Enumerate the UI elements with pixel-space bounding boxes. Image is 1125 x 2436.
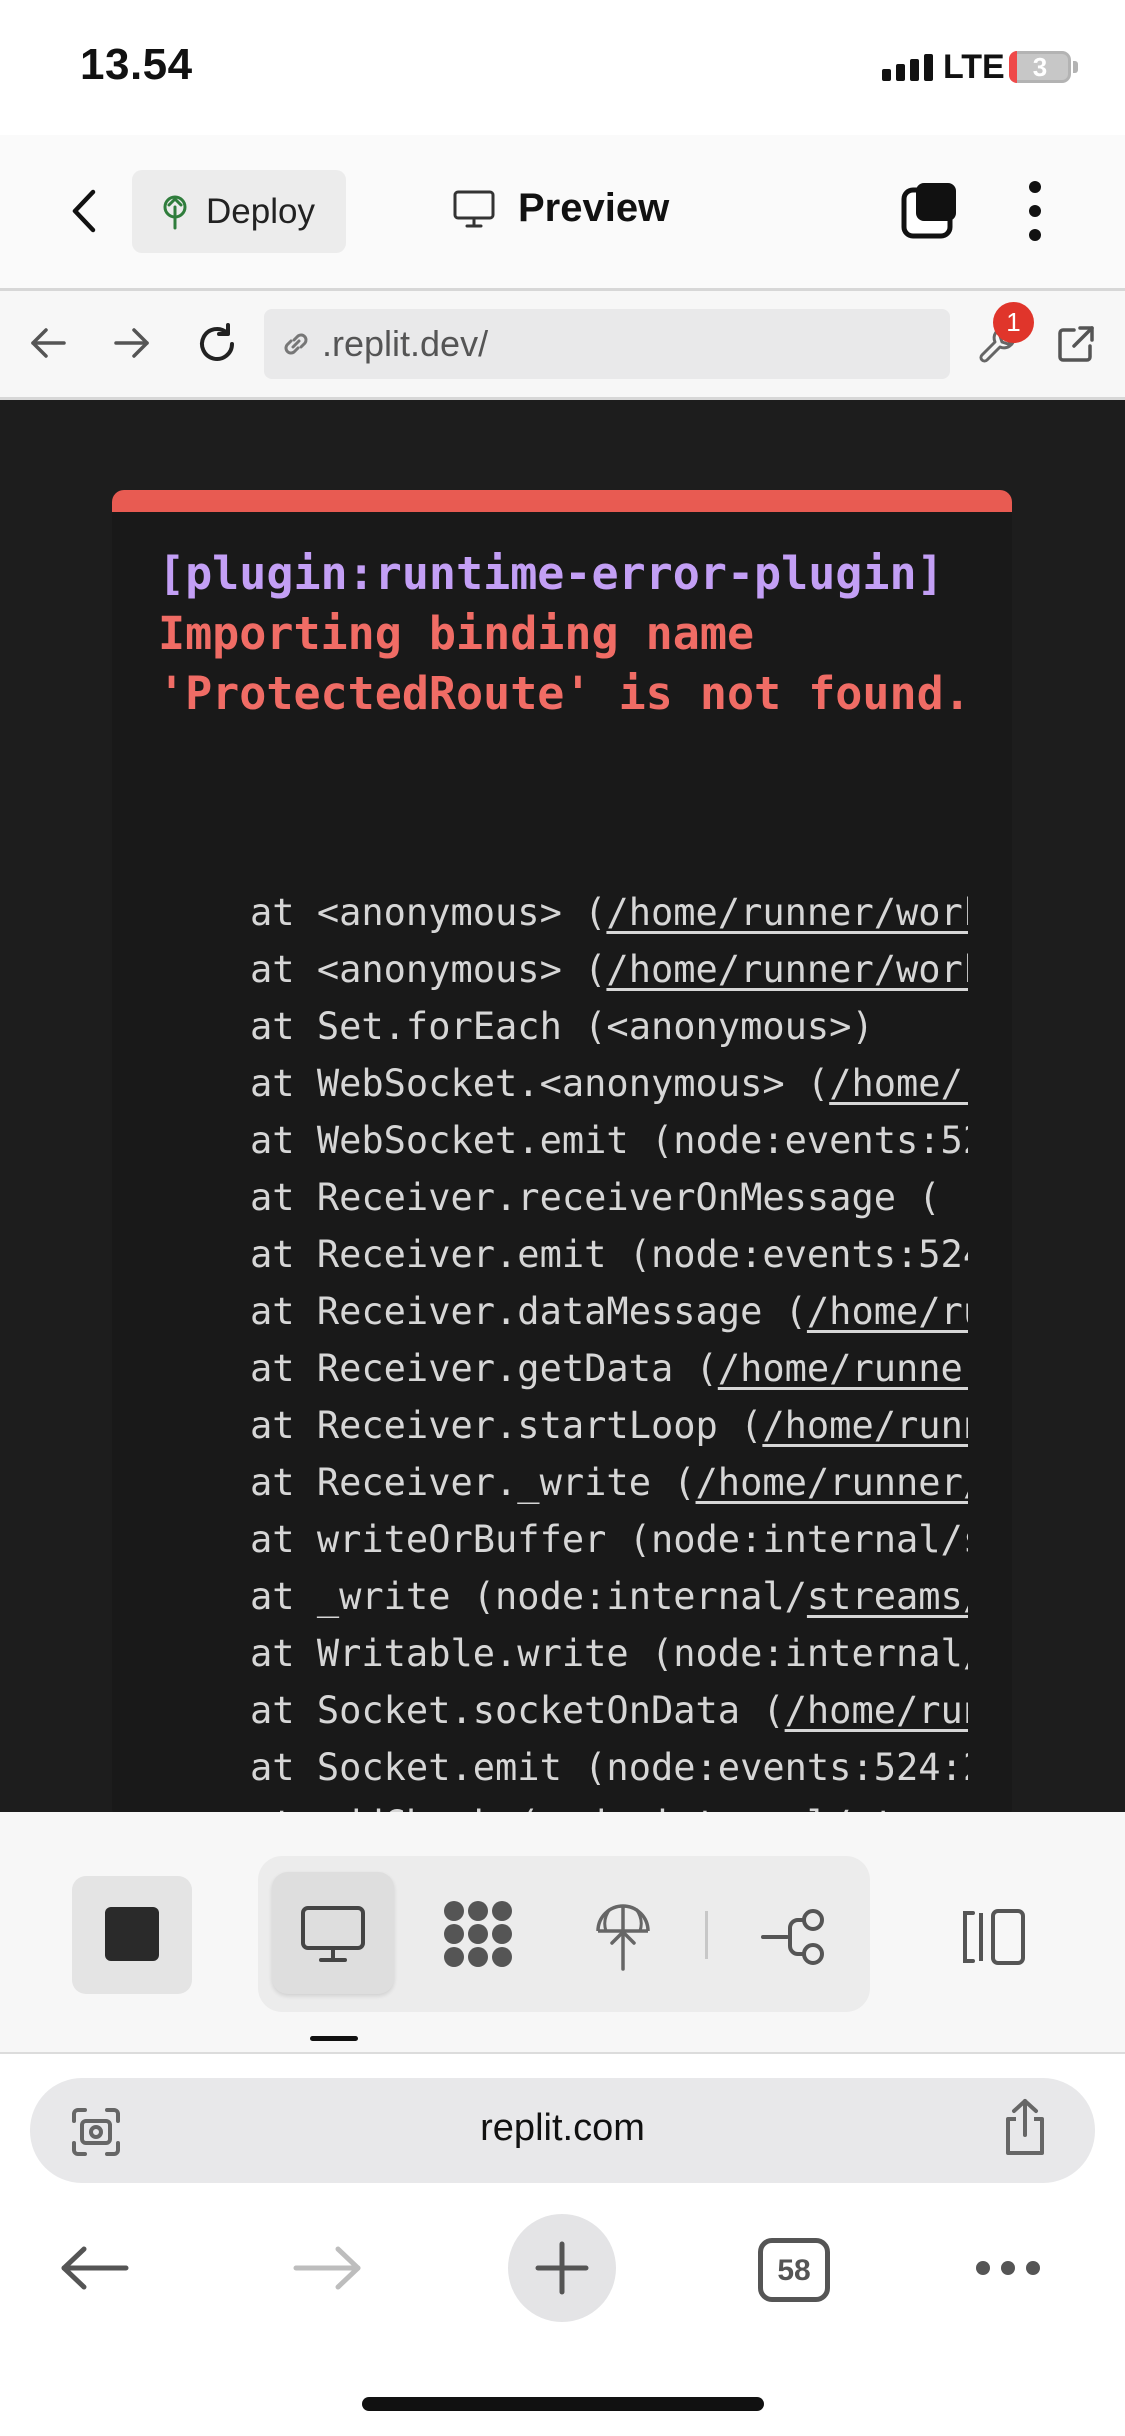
stack-line: at Receiver.emit (node:events:524:28)	[250, 1226, 968, 1283]
stack-line: at <anonymous> (/home/runner/workspace/c…	[250, 941, 968, 998]
stack-line: at Receiver.dataMessage (/home/runner/wo…	[250, 1283, 968, 1340]
status-time: 13.54	[80, 40, 193, 89]
home-indicator	[362, 2397, 764, 2411]
more-vertical-icon[interactable]	[1022, 178, 1048, 244]
stack-line: at Receiver._write (/home/runner/workspa…	[250, 1454, 968, 1511]
stack-line-link[interactable]: /home/runner/workspace/client/src/App.ts…	[606, 891, 968, 934]
stack-line-link[interactable]: /home/runner/workspace/node_modules	[829, 1062, 968, 1105]
error-message: [plugin:runtime-error-plugin] Importing …	[158, 544, 978, 724]
share-icon[interactable]	[998, 2096, 1052, 2160]
deploy-button[interactable]: Deploy	[132, 170, 346, 253]
stack-line-text: at WebSocket.emit (node:events:524:28)	[250, 1119, 968, 1162]
preview-label: Preview	[518, 186, 670, 230]
back-arrow-icon[interactable]	[26, 323, 70, 363]
safari-forward-icon[interactable]	[290, 2242, 366, 2294]
error-plugin: [plugin:runtime-error-plugin]	[158, 547, 944, 600]
stack-line: at WebSocket.emit (node:events:524:28)	[250, 1112, 968, 1169]
error-accent-bar	[112, 490, 1012, 512]
url-text: .replit.dev/	[322, 323, 489, 364]
stack-line-text: at Writable.write (node:internal/streams	[250, 1632, 968, 1675]
git-branch-icon[interactable]	[758, 1906, 830, 1968]
forward-arrow-icon[interactable]	[110, 323, 154, 363]
deploy-tab-icon[interactable]	[588, 1898, 658, 1972]
stack-line-link[interactable]: /home/runner/workspace/client/src/main.t…	[606, 948, 968, 991]
network-type: LTE	[943, 48, 1005, 86]
deploy-icon	[163, 195, 187, 229]
tab-count-button[interactable]: 58	[758, 2238, 830, 2302]
tabs-stack-icon[interactable]	[898, 178, 962, 242]
stack-line-link[interactable]: /home/runner/workspace	[718, 1347, 968, 1390]
battery-icon: 3	[1009, 51, 1071, 83]
safari-back-icon[interactable]	[56, 2242, 132, 2294]
stack-line-text: at Socket.emit (node:events:524:28)	[250, 1746, 968, 1789]
deploy-label: Deploy	[206, 191, 315, 231]
stack-line: at _write (node:internal/streams/writabl…	[250, 1568, 968, 1625]
tool-divider	[705, 1911, 708, 1959]
stack-line-text: at Socket.socketOnData (	[250, 1689, 785, 1732]
url-input[interactable]: .replit.dev/	[264, 309, 950, 379]
stack-line-link[interactable]: /home/runner/workspace	[785, 1689, 968, 1732]
preview-title: Preview	[452, 186, 669, 231]
stack-line-link[interactable]: /home/runner/workspace	[762, 1404, 968, 1447]
safari-domain-text: replit.com	[480, 2107, 645, 2149]
stack-line-text: at WebSocket.<anonymous> (	[250, 1062, 830, 1105]
stack-line-link[interactable]: /home/runner/workspace	[807, 1290, 968, 1333]
stack-line: at Receiver.startLoop (/home/runner/work…	[250, 1397, 968, 1454]
stack-line-text: at Receiver._write (	[250, 1461, 696, 1504]
error-text: Importing binding name 'ProtectedRoute' …	[158, 607, 971, 720]
refresh-icon[interactable]	[192, 319, 242, 369]
notification-badge: 1	[993, 302, 1034, 343]
stack-line-text: at Receiver.dataMessage (	[250, 1290, 807, 1333]
stack-line-text: at Set.forEach (<anonymous>)	[250, 1005, 874, 1048]
apps-grid-icon[interactable]	[438, 1897, 518, 1971]
sidebar-toggle-icon[interactable]	[958, 1906, 1028, 1968]
stack-line-link[interactable]: /home/runner/workspace	[696, 1461, 968, 1504]
stack-line-text: at _write (node:internal/	[250, 1575, 807, 1618]
stack-line-link[interactable]: streams/writable	[807, 1575, 968, 1618]
stack-line-text: at <anonymous> (	[250, 891, 607, 934]
more-horizontal-icon[interactable]	[972, 2256, 1044, 2280]
stack-line-text: at Receiver.startLoop (	[250, 1404, 763, 1447]
stack-trace: at <anonymous> (/home/runner/workspace/c…	[250, 884, 968, 1853]
open-external-icon[interactable]	[1052, 320, 1100, 368]
stack-line: at Set.forEach (<anonymous>)	[250, 998, 968, 1055]
monitor-icon	[453, 190, 495, 227]
stack-line: at Writable.write (node:internal/streams	[250, 1625, 968, 1682]
stack-line: at Receiver.getData (/home/runner/worksp…	[250, 1340, 968, 1397]
stack-line-text: at Receiver.emit (node:events:524:28)	[250, 1233, 968, 1276]
stack-line: at writeOrBuffer (node:internal/streams	[250, 1511, 968, 1568]
signal-icon	[882, 54, 933, 81]
stop-icon	[105, 1907, 159, 1961]
link-icon	[284, 333, 308, 355]
stack-line: at Receiver.receiverOnMessage (	[250, 1169, 968, 1226]
stack-line: at WebSocket.<anonymous> (/home/runner/w…	[250, 1055, 968, 1112]
stack-line: at Socket.emit (node:events:524:28)	[250, 1739, 968, 1796]
stack-line-text: at <anonymous> (	[250, 948, 607, 991]
plus-icon	[532, 2240, 592, 2296]
stack-line-text: at Receiver.getData (	[250, 1347, 718, 1390]
stack-line-text: at writeOrBuffer (node:internal/streams	[250, 1518, 968, 1561]
stack-line: at Socket.socketOnData (/home/runner/wor…	[250, 1682, 968, 1739]
monitor-tab-icon[interactable]	[296, 1902, 370, 1966]
battery-nub	[1073, 61, 1078, 73]
stack-line: at <anonymous> (/home/runner/workspace/c…	[250, 884, 968, 941]
stack-line-text: at Receiver.receiverOnMessage (	[250, 1176, 941, 1219]
back-chevron-icon[interactable]	[62, 186, 106, 236]
drag-handle[interactable]	[310, 2036, 358, 2041]
